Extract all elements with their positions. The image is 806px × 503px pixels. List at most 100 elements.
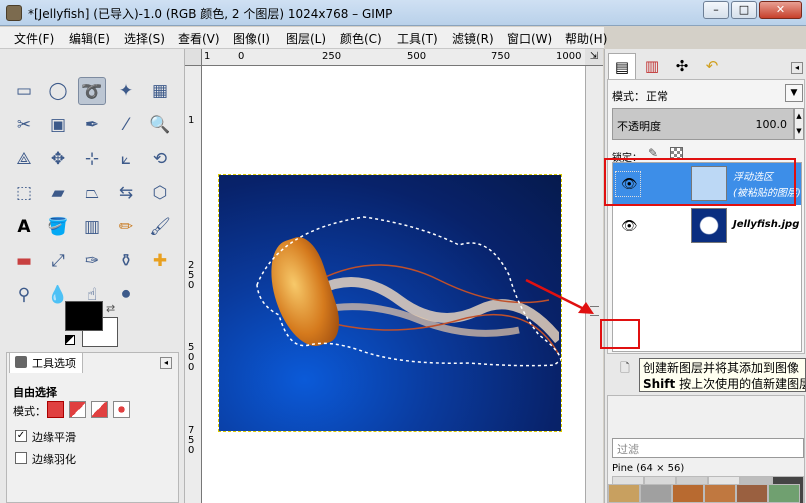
align-tool-icon[interactable]: ⊹ xyxy=(78,145,106,173)
menu-color[interactable]: 颜色(C) xyxy=(340,30,382,47)
flip-tool-icon[interactable]: ⇆ xyxy=(112,179,140,207)
mode-intersect-button[interactable] xyxy=(113,401,130,418)
ruler-h-label: 750 xyxy=(491,51,511,62)
ruler-v-label: 250 xyxy=(188,260,195,291)
opacity-spin-button[interactable]: ▲ ▼ xyxy=(794,108,804,140)
mode-label: 模式： xyxy=(13,405,46,418)
opacity-slider[interactable]: 不透明度 100.0 xyxy=(612,108,794,140)
menu-help[interactable]: 帮助(H) xyxy=(565,30,607,47)
move-tool-icon[interactable]: ✥ xyxy=(44,145,72,173)
layers-dock: ▤ ▥ ✣ ↶ ◂ 模式： 正常 ▼ 不透明度 100.0 ▲ ▼ 锁定： ✎ 👁… xyxy=(604,49,806,503)
feather-label: 边缘羽化 xyxy=(32,453,76,466)
menu-select[interactable]: 选择(S) xyxy=(124,30,165,47)
jellyfish-image[interactable] xyxy=(218,174,562,432)
ink-tool-icon[interactable]: ✑ xyxy=(78,247,106,275)
menu-bar: 文件(F) 编辑(E) 选择(S) 查看(V) 图像(I) 图层(L) 颜色(C… xyxy=(0,27,607,49)
text-tool-icon[interactable]: A xyxy=(10,213,38,241)
layers-tab-icon[interactable]: ▤ xyxy=(608,53,636,79)
ellipse-select-tool-icon[interactable]: ◯ xyxy=(44,77,72,105)
perspective-clone-tool-icon[interactable]: ⚲ xyxy=(10,281,38,309)
crop-tool-icon[interactable]: ⟀ xyxy=(112,145,140,173)
blend-tool-icon[interactable]: ▥ xyxy=(78,213,106,241)
new-layer-tooltip: 创建新图层并将其添加到图像 Shift 按上次使用的值新建图层 xyxy=(639,358,806,392)
menu-view[interactable]: 查看(V) xyxy=(178,30,220,47)
free-select-tool-icon[interactable]: ➰ xyxy=(78,77,106,105)
minimize-button[interactable]: – xyxy=(703,1,729,19)
title-bar: *[Jellyfish] (已导入)-1.0 (RGB 颜色, 2 个图层) 1… xyxy=(0,0,806,26)
brush-filter-input[interactable]: 过滤 xyxy=(612,438,804,458)
paintbrush-tool-icon[interactable]: 🖌 xyxy=(146,213,174,241)
antialias-label: 边缘平滑 xyxy=(32,431,76,444)
layer-mode-value[interactable]: 正常 xyxy=(646,88,668,104)
zoom-tool-icon[interactable]: 🔍 xyxy=(146,111,174,139)
ruler-v-label: 500 xyxy=(188,342,195,373)
mode-replace-button[interactable] xyxy=(47,401,64,418)
scissors-tool-icon[interactable]: ✂ xyxy=(10,111,38,139)
undo-history-tab-icon[interactable]: ↶ xyxy=(698,53,726,79)
airbrush-tool-icon[interactable]: ⤢ xyxy=(44,247,72,275)
menu-filters[interactable]: 滤镜(R) xyxy=(452,30,494,47)
paths-tool-icon[interactable]: ✒ xyxy=(78,111,106,139)
menu-edit[interactable]: 编辑(E) xyxy=(69,30,110,47)
mode-add-button[interactable] xyxy=(69,401,86,418)
close-button[interactable]: ✕ xyxy=(759,1,802,19)
ruler-h-label: 250 xyxy=(322,51,342,62)
menu-image[interactable]: 图像(I) xyxy=(233,30,270,47)
mode-subtract-button[interactable] xyxy=(91,401,108,418)
ruler-corner xyxy=(185,49,202,66)
dodge-burn-tool-icon[interactable]: ⚫ xyxy=(112,281,140,309)
channels-tab-icon[interactable]: ▥ xyxy=(638,53,666,79)
pattern-cell[interactable] xyxy=(608,484,640,503)
perspective-tool-icon[interactable]: ⏢ xyxy=(78,179,106,207)
antialias-checkbox[interactable]: ✓ xyxy=(15,430,27,442)
reset-colors-icon[interactable] xyxy=(65,335,75,345)
tool-options-icon xyxy=(15,356,27,368)
eraser-tool-icon[interactable]: ▬ xyxy=(10,247,38,275)
vertical-ruler[interactable]: 1 250 500 750 xyxy=(185,66,202,503)
shear-tool-icon[interactable]: ▰ xyxy=(44,179,72,207)
ruler-h-prefix: 1 xyxy=(204,51,211,62)
mode-dropdown-icon[interactable]: ▼ xyxy=(785,84,803,102)
panel-menu-icon[interactable]: ◂ xyxy=(160,357,172,369)
feather-checkbox[interactable] xyxy=(15,452,27,464)
window-title: *[Jellyfish] (已导入)-1.0 (RGB 颜色, 2 个图层) 1… xyxy=(28,7,393,21)
navigation-icon[interactable]: ⇲ xyxy=(585,49,603,66)
swap-colors-icon[interactable]: ⇄ xyxy=(106,302,115,315)
layers-panel: 模式： 正常 ▼ 不透明度 100.0 ▲ ▼ 锁定： ✎ 👁 浮动选区 (被粘贴… xyxy=(607,79,805,354)
tool-options-tab-label: 工具选项 xyxy=(32,357,76,370)
menu-windows[interactable]: 窗口(W) xyxy=(507,30,552,47)
maximize-button[interactable]: □ xyxy=(731,1,757,19)
eye-icon[interactable]: 👁 xyxy=(621,219,638,234)
tool-options-tab[interactable]: 工具选项 xyxy=(9,353,83,373)
new-layer-icon[interactable]: 🗋 xyxy=(615,358,635,378)
color-select-tool-icon[interactable]: ▦ xyxy=(146,77,174,105)
heal-tool-icon[interactable]: ✚ xyxy=(146,247,174,275)
pattern-cell[interactable] xyxy=(640,484,672,503)
pattern-cell[interactable] xyxy=(672,484,704,503)
scale-tool-icon[interactable]: ⬚ xyxy=(10,179,38,207)
opacity-value: 100.0 xyxy=(755,118,788,131)
foreground-select-tool-icon[interactable]: ▣ xyxy=(44,111,72,139)
pencil-tool-icon[interactable]: ✏ xyxy=(112,213,140,241)
annotation-highlight-layer xyxy=(604,158,796,206)
foreground-color-swatch[interactable] xyxy=(65,301,103,331)
paths-tab-icon[interactable]: ✣ xyxy=(668,53,696,79)
pattern-cell[interactable] xyxy=(704,484,736,503)
pattern-cell[interactable] xyxy=(768,484,800,503)
measure-tool-icon[interactable]: ⟁ xyxy=(10,145,38,173)
layer-row-jellyfish[interactable]: 👁 Jellyfish.jpg xyxy=(613,205,801,247)
bucket-fill-tool-icon[interactable]: 🪣 xyxy=(44,213,72,241)
annotation-arrow xyxy=(525,278,594,314)
menu-file[interactable]: 文件(F) xyxy=(14,30,54,47)
rect-select-tool-icon[interactable]: ▭ xyxy=(10,77,38,105)
menu-tools[interactable]: 工具(T) xyxy=(397,30,438,47)
pattern-cell[interactable] xyxy=(736,484,768,503)
dock-menu-icon[interactable]: ◂ xyxy=(791,62,803,74)
fuzzy-select-tool-icon[interactable]: ✦ xyxy=(112,77,140,105)
color-picker-tool-icon[interactable]: ⁄ xyxy=(112,111,140,139)
cage-tool-icon[interactable]: ⬡ xyxy=(146,179,174,207)
rotate-tool-icon[interactable]: ⟲ xyxy=(146,145,174,173)
horizontal-ruler[interactable]: 1 0 250 500 750 1000 xyxy=(202,49,585,66)
clone-tool-icon[interactable]: ⚱ xyxy=(112,247,140,275)
menu-layer[interactable]: 图层(L) xyxy=(286,30,326,47)
